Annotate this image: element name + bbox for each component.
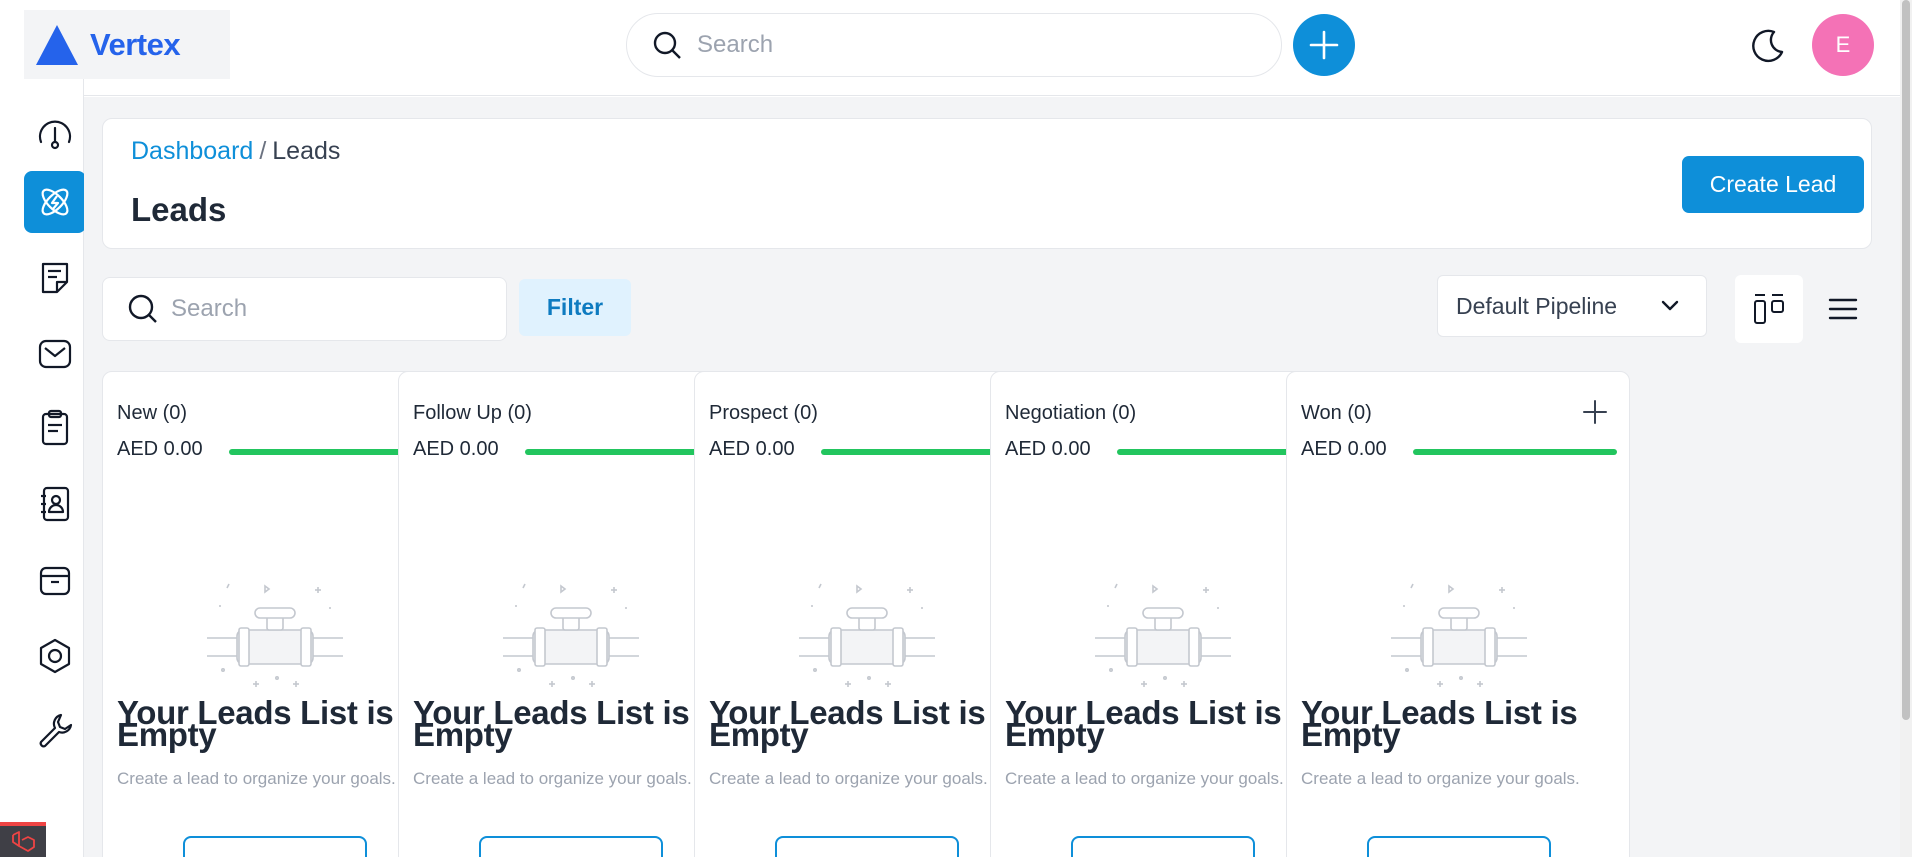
logo-triangle-icon (36, 24, 78, 65)
dashboard-gauge-icon (38, 120, 72, 150)
column-create-lead-button[interactable] (183, 836, 367, 857)
sidebar-item-contacts[interactable] (24, 473, 86, 535)
mail-icon (38, 339, 72, 369)
breadcrumb-separator: / (259, 137, 267, 165)
empty-state-description: Create a lead to organize your goals. (1301, 769, 1580, 788)
sidebar-item-activities[interactable] (24, 397, 86, 459)
activities-clipboard-icon (41, 409, 69, 446)
kanban-view-toggle[interactable] (1735, 275, 1803, 343)
top-bar: Vertex E (0, 0, 1900, 96)
list-view-toggle[interactable] (1821, 287, 1865, 331)
create-lead-button[interactable]: Create Lead (1682, 156, 1864, 213)
user-avatar[interactable]: E (1812, 14, 1874, 76)
column-title: Won (0) (1301, 402, 1372, 424)
sidebar-item-dashboard[interactable] (24, 105, 86, 167)
breadcrumb: Dashboard / Leads (131, 137, 340, 166)
empty-state-title: Your Leads List is Empty (1005, 694, 1282, 753)
empty-pipeline-illustration-icon (503, 583, 639, 687)
chevron-down-icon (1661, 300, 1679, 311)
column-title: Negotiation (0) (1005, 402, 1137, 424)
plus-icon (1309, 30, 1339, 60)
brand-name: Vertex (90, 26, 181, 62)
debugbar-laravel-icon[interactable] (0, 822, 46, 857)
sidebar-item-settings[interactable] (24, 625, 86, 687)
global-search-input[interactable] (697, 31, 1257, 59)
sidebar-item-quotes[interactable] (24, 247, 86, 309)
kanban-view-icon (1754, 294, 1784, 324)
quick-create-button[interactable] (1293, 14, 1355, 76)
kanban-column: Prospect (0) AED 0.00 Your Leads List is… (694, 371, 1038, 857)
sidebar-item-leads[interactable] (24, 171, 86, 233)
quotes-note-icon (41, 262, 69, 294)
sidebar-item-mail[interactable] (24, 323, 86, 385)
column-amount: AED 0.00 (1005, 438, 1091, 460)
column-title: Follow Up (0) (413, 402, 532, 424)
empty-state-description: Create a lead to organize your goals. (413, 769, 692, 788)
breadcrumb-dashboard-link[interactable]: Dashboard (131, 137, 253, 165)
column-amount: AED 0.00 (709, 438, 795, 460)
search-icon (653, 31, 681, 59)
kanban-column: New (0) AED 0.00 Your Leads List is Empt… (102, 371, 446, 857)
contacts-book-icon (41, 486, 70, 522)
column-progress-bar (1413, 449, 1617, 455)
settings-hexagon-icon (39, 638, 71, 674)
empty-state-title: Your Leads List is Empty (1301, 694, 1578, 753)
leads-search[interactable] (102, 277, 507, 341)
empty-state-description: Create a lead to organize your goals. (709, 769, 988, 788)
empty-pipeline-illustration-icon (1391, 583, 1527, 687)
products-box-icon (39, 566, 71, 596)
empty-state-description: Create a lead to organize your goals. (1005, 769, 1284, 788)
column-amount: AED 0.00 (1301, 438, 1387, 460)
leads-search-input[interactable] (171, 295, 491, 323)
empty-state-description: Create a lead to organize your goals. (117, 769, 396, 788)
pipeline-select[interactable]: Default Pipeline (1437, 275, 1707, 337)
column-create-lead-button[interactable] (479, 836, 663, 857)
search-icon (128, 294, 157, 323)
empty-pipeline-illustration-icon (207, 583, 343, 687)
column-create-lead-button[interactable] (1071, 836, 1255, 857)
sidebar-item-products[interactable] (24, 549, 86, 611)
page-header-card: Dashboard / Leads Leads Create Lead (102, 118, 1872, 249)
kanban-column: Won (0) AED 0.00 Your Leads List is Empt… (1286, 371, 1630, 857)
configuration-wrench-icon (39, 713, 73, 748)
empty-pipeline-illustration-icon (799, 583, 935, 687)
breadcrumb-current: Leads (272, 137, 341, 165)
brand-logo[interactable]: Vertex (24, 10, 230, 79)
column-add-lead-button[interactable] (1579, 396, 1611, 428)
leads-atom-icon (41, 188, 69, 216)
scrollbar-thumb[interactable] (1902, 0, 1910, 720)
column-create-lead-button[interactable] (775, 836, 959, 857)
dark-mode-moon-icon[interactable] (1744, 24, 1788, 68)
list-view-icon (1828, 298, 1858, 320)
page-scrollbar[interactable] (1900, 0, 1912, 857)
avatar-initial: E (1835, 32, 1851, 57)
empty-pipeline-illustration-icon (1095, 583, 1231, 687)
kanban-column: Follow Up (0) AED 0.00 Your Leads List i… (398, 371, 742, 857)
column-title: New (0) (117, 402, 188, 424)
pipeline-select-value: Default Pipeline (1456, 292, 1618, 319)
filter-button[interactable]: Filter (519, 279, 631, 336)
column-amount: AED 0.00 (117, 438, 203, 460)
plus-icon (1583, 400, 1607, 424)
empty-state-title: Your Leads List is Empty (709, 694, 986, 753)
global-search[interactable] (626, 13, 1282, 77)
column-create-lead-button[interactable] (1367, 836, 1551, 857)
empty-state-title: Your Leads List is Empty (117, 694, 394, 753)
empty-state-title: Your Leads List is Empty (413, 694, 690, 753)
main-content: Dashboard/Leads Leads Create Lead Filter… (84, 97, 1900, 857)
sidebar-item-configuration[interactable] (24, 699, 86, 761)
column-amount: AED 0.00 (413, 438, 499, 460)
page-title: Leads (131, 191, 227, 228)
sidebar (0, 79, 86, 857)
column-title: Prospect (0) (709, 402, 818, 424)
kanban-column: Negotiation (0) AED 0.00 Your Leads List… (990, 371, 1334, 857)
